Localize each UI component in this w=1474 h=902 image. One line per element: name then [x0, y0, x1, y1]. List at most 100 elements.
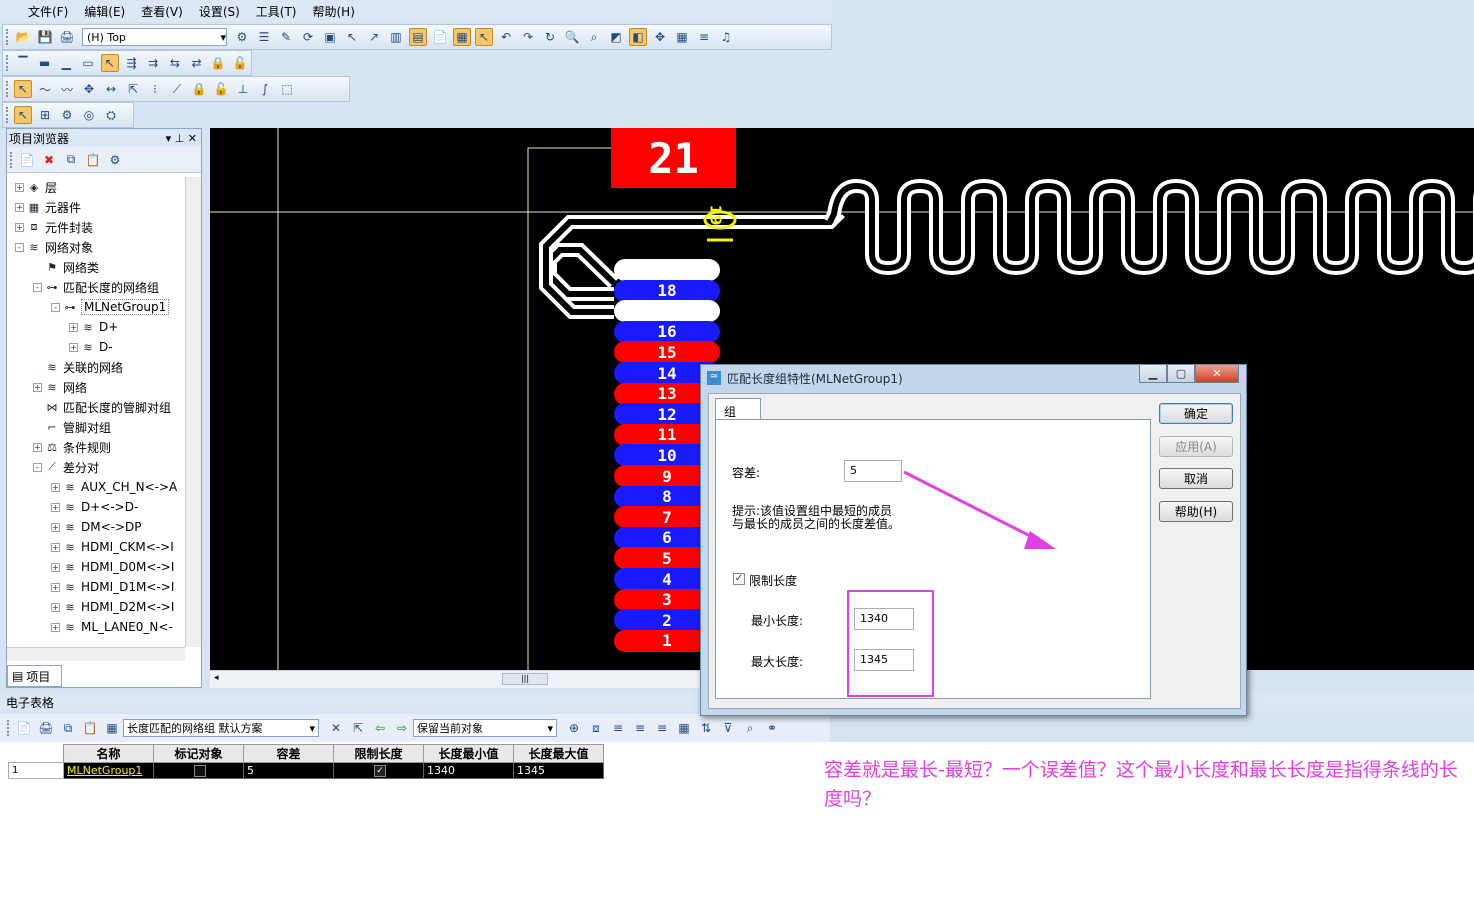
tree-item[interactable]: + ≋ D+<->D- — [7, 497, 185, 517]
tree-item[interactable]: + ≋ HDMI_D2M<->I — [7, 597, 185, 617]
route-icon[interactable]: ⇄ — [188, 54, 206, 72]
tree-item[interactable]: + ≋ HDMI_CKM<->I — [7, 537, 185, 557]
table-row[interactable]: 1 MLNetGroup1 5 ✓ 1340 1345 — [8, 762, 604, 779]
pointer-icon[interactable]: ↖ — [14, 80, 32, 98]
filter-icon[interactable]: ⛭ — [102, 106, 120, 124]
column-header[interactable]: 限制长度 — [333, 744, 424, 763]
new-icon[interactable]: 📄 — [18, 151, 36, 169]
menu-item-4[interactable]: 工具(T) — [248, 3, 305, 20]
sort-icon[interactable]: ⇅ — [697, 719, 715, 737]
cell-name[interactable]: MLNetGroup1 — [63, 762, 154, 779]
tree-vertical-scrollbar[interactable] — [185, 177, 201, 647]
column-header[interactable]: 长度最大值 — [513, 744, 604, 763]
expand-icon[interactable]: + — [69, 322, 78, 332]
open-icon[interactable]: 📂 — [14, 28, 32, 46]
forward-icon[interactable]: ⇨ — [393, 719, 411, 737]
cell-tolerance[interactable]: 5 — [243, 762, 334, 779]
save-icon[interactable]: 💾 — [36, 28, 54, 46]
back-icon[interactable]: ⇦ — [371, 719, 389, 737]
tree-item[interactable]: + ≋ AUX_CH_N<->A — [7, 477, 185, 497]
grid-lines-icon[interactable]: ▦ — [675, 719, 693, 737]
expand-icon[interactable]: + — [15, 182, 24, 192]
expand-icon[interactable]: + — [51, 582, 60, 592]
tree-item[interactable]: ⌐ 管脚对组 — [7, 417, 185, 437]
find-icon[interactable]: ⌕ — [741, 719, 759, 737]
expand-icon[interactable]: + — [15, 222, 24, 232]
tab-project[interactable]: ▤ 项目 — [7, 665, 62, 687]
pad[interactable]: 18 — [614, 279, 720, 302]
layout-icon[interactable]: ◧ — [629, 28, 647, 46]
refresh-icon[interactable]: ⟳ — [299, 28, 317, 46]
ref-designator[interactable]: 21 — [611, 128, 736, 188]
expand-icon[interactable]: + — [69, 342, 78, 352]
minimize-button[interactable]: ▁ — [1139, 365, 1167, 383]
add-column-icon[interactable]: ⊕ — [565, 719, 583, 737]
align-left-icon[interactable]: ≡ — [609, 719, 627, 737]
expand-icon[interactable]: + — [51, 502, 60, 512]
lock-icon[interactable]: 🔒 — [190, 80, 208, 98]
tree-item[interactable]: ⚑ 网络类 — [7, 257, 185, 277]
menu-item-1[interactable]: 编辑(E) — [76, 3, 133, 20]
unlock-icon[interactable]: 🔓 — [231, 54, 249, 72]
tree-item[interactable]: + ◈ 层 — [7, 177, 185, 197]
pointer-icon[interactable]: ↖ — [14, 106, 32, 124]
trace-icon[interactable]: 〰 — [58, 80, 76, 98]
undo-icon[interactable]: ↶ — [497, 28, 515, 46]
cell-min[interactable]: 1340 — [423, 762, 514, 779]
arc-icon[interactable]: ⟋ — [168, 80, 186, 98]
toolbar-grip[interactable] — [6, 29, 9, 45]
print-icon[interactable]: 🖨 — [37, 719, 55, 737]
expand-icon[interactable]: + — [51, 542, 60, 552]
tree-item[interactable]: + ≋ D- — [7, 337, 185, 357]
tab-group[interactable]: 组 — [715, 398, 761, 420]
collapse-icon[interactable]: - — [33, 282, 42, 292]
trace-icon[interactable]: 〜 — [36, 80, 54, 98]
expand-icon[interactable]: + — [51, 522, 60, 532]
dropdown-icon[interactable]: ▾ — [166, 132, 172, 145]
filter-icon[interactable]: ⊽ — [719, 719, 737, 737]
align-bottom-icon[interactable]: ▁ — [57, 54, 75, 72]
column-header[interactable]: 容差 — [243, 744, 334, 763]
tree-item[interactable]: ⋈ 匹配长度的管脚对组 — [7, 397, 185, 417]
globe-icon[interactable]: ◎ — [80, 106, 98, 124]
toolbar-grip[interactable] — [6, 107, 9, 123]
pin-icon[interactable]: ⊥ — [175, 132, 185, 145]
apply-button[interactable]: 应用(A) — [1159, 436, 1233, 457]
pad[interactable] — [614, 259, 720, 281]
collapse-icon[interactable]: - — [33, 462, 42, 472]
pointer-icon[interactable]: ↖ — [475, 28, 493, 46]
bar-icon[interactable]: ▥ — [387, 28, 405, 46]
scheme-select[interactable]: 长度匹配的网络组 默认方案 ▾ — [123, 719, 319, 737]
tree-item[interactable]: + ⧈ 元件封装 — [7, 217, 185, 237]
paste-icon[interactable]: 📋 — [84, 151, 102, 169]
tree-item[interactable]: + ≋ HDMI_D0M<->I — [7, 557, 185, 577]
expand-icon[interactable]: + — [51, 622, 60, 632]
tree-item[interactable]: + ▦ 元器件 — [7, 197, 185, 217]
drc-icon[interactable]: ↗ — [365, 28, 383, 46]
ok-button[interactable]: 确定 — [1159, 403, 1233, 424]
properties-icon[interactable]: ⚙ — [58, 106, 76, 124]
layer-settings-icon[interactable]: ⚙ — [233, 28, 251, 46]
menu-item-0[interactable]: 文件(F) — [20, 3, 76, 20]
menu-item-3[interactable]: 设置(S) — [191, 3, 248, 20]
expand-icon[interactable]: + — [51, 562, 60, 572]
help-button[interactable]: 帮助(H) — [1159, 501, 1233, 522]
expand-icon[interactable]: + — [33, 382, 42, 392]
zoom-fit-icon[interactable]: ⌕ — [585, 28, 603, 46]
cell-mark[interactable] — [153, 762, 244, 779]
toolbar-grip[interactable] — [6, 81, 9, 97]
cancel-button[interactable]: 取消 — [1159, 468, 1233, 489]
cell-limit[interactable]: ✓ — [333, 762, 424, 779]
scrollbar-thumb[interactable]: ||| — [502, 673, 548, 685]
layer-view-icon[interactable]: ▤ — [409, 28, 427, 46]
copy-icon[interactable]: ⧉ — [59, 719, 77, 737]
filter-select[interactable]: 保留当前对象 ▾ — [413, 719, 557, 737]
tree-item[interactable]: + ≋ D+ — [7, 317, 185, 337]
tree-item[interactable]: - ≋ 网络对象 — [7, 237, 185, 257]
paste-icon[interactable]: 📋 — [81, 719, 99, 737]
toolbar-grip[interactable] — [7, 720, 10, 736]
align-center-icon[interactable]: ≡ — [631, 719, 649, 737]
music-icon[interactable]: ♫ — [717, 28, 735, 46]
anchor-icon[interactable]: ⊥ — [234, 80, 252, 98]
cell-max[interactable]: 1345 — [513, 762, 604, 779]
